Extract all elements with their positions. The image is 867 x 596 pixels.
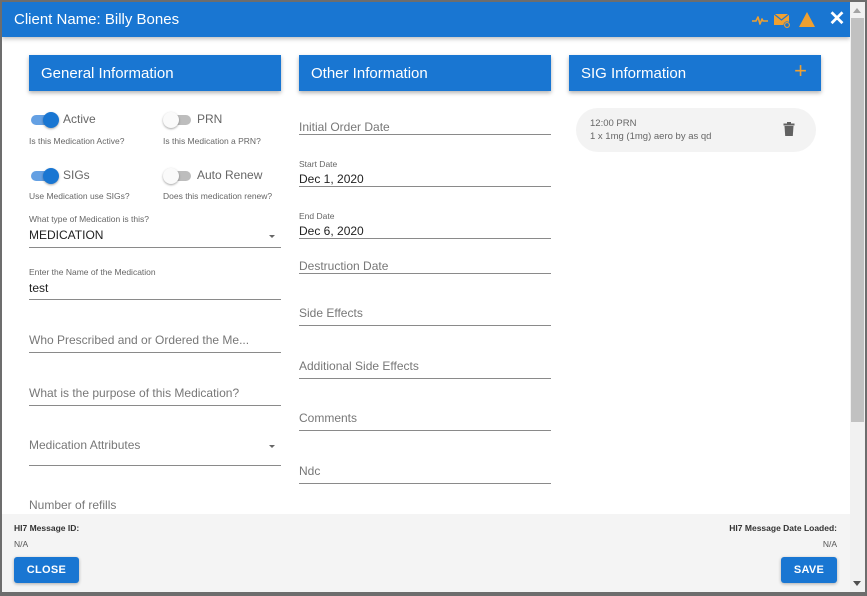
sig-information-header: SIG Information + — [569, 55, 821, 91]
medication-attributes-placeholder: Medication Attributes — [29, 438, 141, 452]
chevron-down-icon — [269, 445, 275, 448]
hl7-message-id-label: HI7 Message ID: — [14, 523, 80, 533]
close-icon[interactable]: ✕ — [828, 9, 846, 29]
sig-information-title: SIG Information — [581, 65, 687, 82]
prescribed-by-placeholder: Who Prescribed and or Ordered the Me... — [29, 333, 250, 347]
prn-toggle-hint: Is this Medication a PRN? — [163, 136, 261, 146]
medication-attributes-select[interactable]: Medication Attributes — [29, 432, 281, 466]
sig-description: 1 x 1mg (1mg) aero by as qd — [590, 131, 712, 142]
medication-dialog: Client Name: Billy Bones ✕ General Infor… — [2, 2, 850, 592]
additional-side-effects-input[interactable]: Additional Side Effects — [299, 353, 551, 379]
medication-type-value: MEDICATION — [29, 228, 104, 242]
prescribed-by-input[interactable]: Who Prescribed and or Ordered the Me... — [29, 327, 281, 353]
active-toggle-hint: Is this Medication Active? — [29, 136, 125, 146]
purpose-placeholder: What is the purpose of this Medication? — [29, 386, 240, 400]
general-information-title: General Information — [41, 65, 174, 82]
vertical-scrollbar[interactable] — [850, 2, 865, 592]
title-bar: Client Name: Billy Bones ✕ — [2, 2, 850, 37]
add-sig-button[interactable]: + — [794, 60, 807, 82]
start-date-input[interactable]: Start Date Dec 1, 2020 — [299, 157, 551, 187]
auto-renew-toggle-hint: Does this medication renew? — [163, 191, 273, 201]
sigs-toggle-label: SIGs — [63, 168, 90, 182]
toggle-knob — [163, 168, 179, 184]
toggle-knob — [43, 112, 59, 128]
comments-input[interactable]: Comments — [299, 405, 551, 431]
medication-name-value: test — [29, 281, 49, 295]
medication-name-label: Enter the Name of the Medication — [29, 267, 156, 277]
sigs-toggle-hint: Use Medication use SIGs? — [29, 191, 130, 201]
ndc-placeholder: Ndc — [299, 464, 321, 478]
destruction-date-input[interactable]: Destruction Date — [299, 253, 551, 274]
medication-type-label: What type of Medication is this? — [29, 214, 150, 224]
comments-placeholder: Comments — [299, 411, 358, 425]
end-date-value: Dec 6, 2020 — [299, 224, 364, 238]
save-button[interactable]: SAVE — [781, 557, 837, 583]
scrollbar-thumb[interactable] — [851, 18, 864, 422]
hl7-date-loaded-label: HI7 Message Date Loaded: — [729, 523, 837, 533]
pulse-icon[interactable] — [751, 11, 769, 29]
side-effects-input[interactable]: Side Effects — [299, 300, 551, 326]
initial-order-date-input[interactable]: Initial Order Date — [299, 114, 551, 135]
end-date-input[interactable]: End Date Dec 6, 2020 — [299, 209, 551, 239]
side-effects-placeholder: Side Effects — [299, 306, 363, 320]
warning-icon[interactable] — [798, 11, 816, 29]
dialog-title: Client Name: Billy Bones — [14, 11, 180, 28]
general-information-header: General Information — [29, 55, 281, 91]
close-button[interactable]: CLOSE — [14, 557, 79, 583]
purpose-input[interactable]: What is the purpose of this Medication? — [29, 380, 281, 406]
refills-placeholder: Number of refills — [29, 498, 117, 512]
toggle-knob — [163, 112, 179, 128]
toggle-knob — [43, 168, 59, 184]
other-information-title: Other Information — [311, 65, 428, 82]
dialog-footer: HI7 Message ID: N/A HI7 Message Date Loa… — [2, 514, 850, 592]
scroll-up-arrow-icon[interactable] — [853, 8, 861, 13]
scroll-down-arrow-icon[interactable] — [853, 581, 861, 586]
end-date-label: End Date — [299, 211, 335, 221]
mail-sync-icon[interactable] — [773, 11, 791, 29]
start-date-value: Dec 1, 2020 — [299, 172, 364, 186]
hl7-message-id-value: N/A — [14, 539, 29, 549]
medication-type-select[interactable]: What type of Medication is this? MEDICAT… — [29, 212, 281, 248]
active-toggle-label: Active — [63, 112, 96, 126]
sig-list-item[interactable]: 12:00 PRN 1 x 1mg (1mg) aero by as qd — [576, 108, 816, 152]
ndc-input[interactable]: Ndc — [299, 458, 551, 484]
destruction-date-placeholder: Destruction Date — [299, 259, 389, 273]
start-date-label: Start Date — [299, 159, 338, 169]
trash-icon[interactable] — [783, 122, 795, 136]
other-information-header: Other Information — [299, 55, 551, 91]
chevron-down-icon — [269, 235, 275, 238]
prn-toggle-label: PRN — [197, 112, 223, 126]
additional-side-effects-placeholder: Additional Side Effects — [299, 359, 419, 373]
auto-renew-toggle-label: Auto Renew — [197, 168, 263, 182]
medication-name-input[interactable]: Enter the Name of the Medication test — [29, 265, 281, 300]
initial-order-date-placeholder: Initial Order Date — [299, 120, 390, 134]
hl7-date-loaded-value: N/A — [822, 539, 837, 549]
sig-time: 12:00 PRN — [590, 118, 637, 129]
